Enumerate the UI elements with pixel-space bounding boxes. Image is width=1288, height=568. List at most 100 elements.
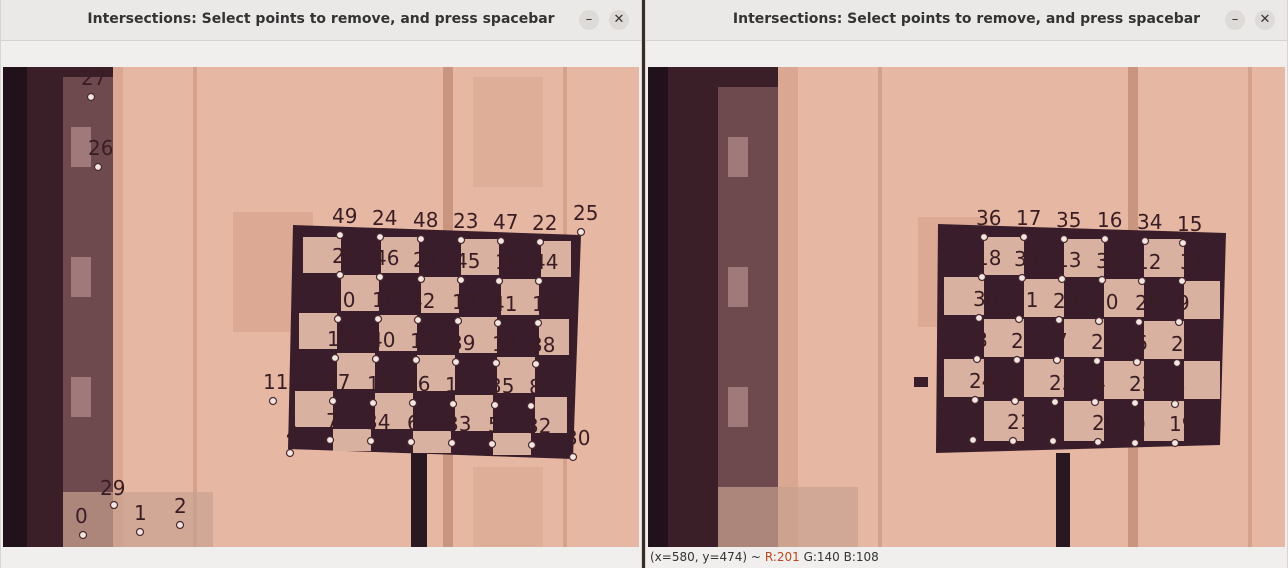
- status-coordinates: (x=580, y=474) ~: [650, 550, 761, 564]
- right-point-marker[interactable]: [1010, 396, 1020, 406]
- left-point-marker[interactable]: [416, 274, 426, 284]
- left-point-marker[interactable]: [456, 275, 466, 285]
- right-point-marker[interactable]: [1057, 274, 1067, 284]
- right-point-marker[interactable]: [1097, 275, 1107, 285]
- right-point-marker[interactable]: [1014, 314, 1024, 324]
- left-point-marker[interactable]: [451, 357, 461, 367]
- right-point-marker[interactable]: [979, 232, 989, 242]
- left-point-label: 47: [493, 210, 518, 234]
- left-point-marker[interactable]: [453, 316, 463, 326]
- left-point-marker[interactable]: [368, 398, 378, 408]
- left-point-marker[interactable]: [135, 527, 145, 537]
- right-point-marker[interactable]: [1019, 232, 1029, 242]
- right-point-marker[interactable]: [970, 395, 980, 405]
- left-point-marker[interactable]: [328, 396, 338, 406]
- left-point-marker[interactable]: [491, 358, 501, 368]
- right-point-marker[interactable]: [1134, 317, 1144, 327]
- right-point-marker[interactable]: [1177, 276, 1187, 286]
- left-point-marker[interactable]: [175, 520, 185, 530]
- left-point-marker[interactable]: [330, 353, 340, 363]
- left-point-label: 19: [495, 250, 520, 274]
- left-point-marker[interactable]: [526, 401, 536, 411]
- left-minimize-button[interactable]: –: [579, 10, 599, 30]
- right-point-marker[interactable]: [1054, 315, 1064, 325]
- left-point-marker[interactable]: [335, 230, 345, 240]
- left-point-marker[interactable]: [406, 437, 416, 447]
- right-point-label: 7: [1055, 329, 1068, 353]
- left-image-canvas[interactable]: 27 26 49 24 48 23 47 22 25 28 46 21 45 19 44 50 18 42 17 41…: [3, 67, 639, 547]
- left-point-marker[interactable]: [86, 92, 96, 102]
- left-point-marker[interactable]: [375, 232, 385, 242]
- left-point-marker[interactable]: [456, 235, 466, 245]
- right-point-marker[interactable]: [974, 313, 984, 323]
- right-point-marker[interactable]: [1012, 355, 1022, 365]
- left-point-marker[interactable]: [325, 435, 335, 445]
- right-point-marker[interactable]: [1130, 438, 1140, 448]
- left-point-label: 41: [492, 292, 517, 316]
- right-point-marker[interactable]: [1008, 436, 1018, 446]
- right-point-marker[interactable]: [1130, 398, 1140, 408]
- left-point-marker[interactable]: [371, 354, 381, 364]
- right-point-marker[interactable]: [1132, 357, 1142, 367]
- left-point-marker[interactable]: [78, 530, 88, 540]
- right-point-marker[interactable]: [1100, 234, 1110, 244]
- left-point-marker[interactable]: [408, 398, 418, 408]
- left-point-marker[interactable]: [568, 452, 578, 462]
- left-point-marker[interactable]: [285, 448, 295, 458]
- right-point-marker[interactable]: [1140, 236, 1150, 246]
- right-point-marker[interactable]: [1093, 437, 1103, 447]
- right-point-marker[interactable]: [1170, 438, 1180, 448]
- left-point-marker[interactable]: [487, 439, 497, 449]
- right-point-marker[interactable]: [1172, 358, 1182, 368]
- left-point-label: 0: [75, 504, 88, 528]
- left-point-marker[interactable]: [576, 227, 586, 237]
- left-point-label: 12: [367, 372, 392, 396]
- left-point-marker[interactable]: [93, 162, 103, 172]
- right-point-marker[interactable]: [1090, 397, 1100, 407]
- left-titlebar[interactable]: Intersections: Select points to remove, …: [1, 0, 641, 41]
- left-point-marker[interactable]: [333, 314, 343, 324]
- left-close-button[interactable]: ✕: [609, 10, 629, 30]
- right-point-marker[interactable]: [1094, 316, 1104, 326]
- left-point-marker[interactable]: [268, 396, 278, 406]
- left-point-marker[interactable]: [413, 315, 423, 325]
- right-point-marker[interactable]: [1048, 436, 1058, 446]
- right-point-marker[interactable]: [977, 272, 987, 282]
- right-point-marker[interactable]: [1052, 355, 1062, 365]
- right-point-marker[interactable]: [1017, 273, 1027, 283]
- right-titlebar[interactable]: Intersections: Select points to remove, …: [646, 0, 1287, 41]
- right-point-label: 9: [1177, 291, 1190, 315]
- left-point-marker[interactable]: [496, 236, 506, 246]
- left-point-marker[interactable]: [373, 314, 383, 324]
- left-point-marker[interactable]: [493, 318, 503, 328]
- left-point-marker[interactable]: [416, 234, 426, 244]
- left-point-marker[interactable]: [109, 500, 119, 510]
- left-point-marker[interactable]: [448, 399, 458, 409]
- right-image-canvas[interactable]: 36 17 35 16 34 15 18 33 13 32 12 31 30 11 29 10 28 9 8 27 7 2…: [648, 67, 1285, 547]
- right-point-marker[interactable]: [1178, 238, 1188, 248]
- left-point-marker[interactable]: [527, 440, 537, 450]
- right-point-marker[interactable]: [1174, 317, 1184, 327]
- left-statusbar: [1, 547, 641, 568]
- left-point-marker[interactable]: [447, 438, 457, 448]
- left-point-label: 21: [413, 248, 438, 272]
- right-point-marker[interactable]: [1137, 276, 1147, 286]
- left-point-marker[interactable]: [490, 400, 500, 410]
- right-close-button[interactable]: ✕: [1255, 10, 1275, 30]
- right-point-marker[interactable]: [1092, 356, 1102, 366]
- left-point-marker[interactable]: [494, 276, 504, 286]
- right-minimize-button[interactable]: –: [1225, 10, 1245, 30]
- left-point-marker[interactable]: [411, 355, 421, 365]
- left-point-marker[interactable]: [366, 436, 376, 446]
- left-point-marker[interactable]: [533, 318, 543, 328]
- right-point-marker[interactable]: [1170, 399, 1180, 409]
- left-point-marker[interactable]: [335, 270, 345, 280]
- right-point-marker[interactable]: [972, 354, 982, 364]
- left-point-marker[interactable]: [375, 272, 385, 282]
- right-point-marker[interactable]: [968, 435, 978, 445]
- left-point-marker[interactable]: [534, 276, 544, 286]
- right-point-marker[interactable]: [1059, 234, 1069, 244]
- right-point-marker[interactable]: [1050, 397, 1060, 407]
- left-point-marker[interactable]: [535, 237, 545, 247]
- left-point-marker[interactable]: [531, 359, 541, 369]
